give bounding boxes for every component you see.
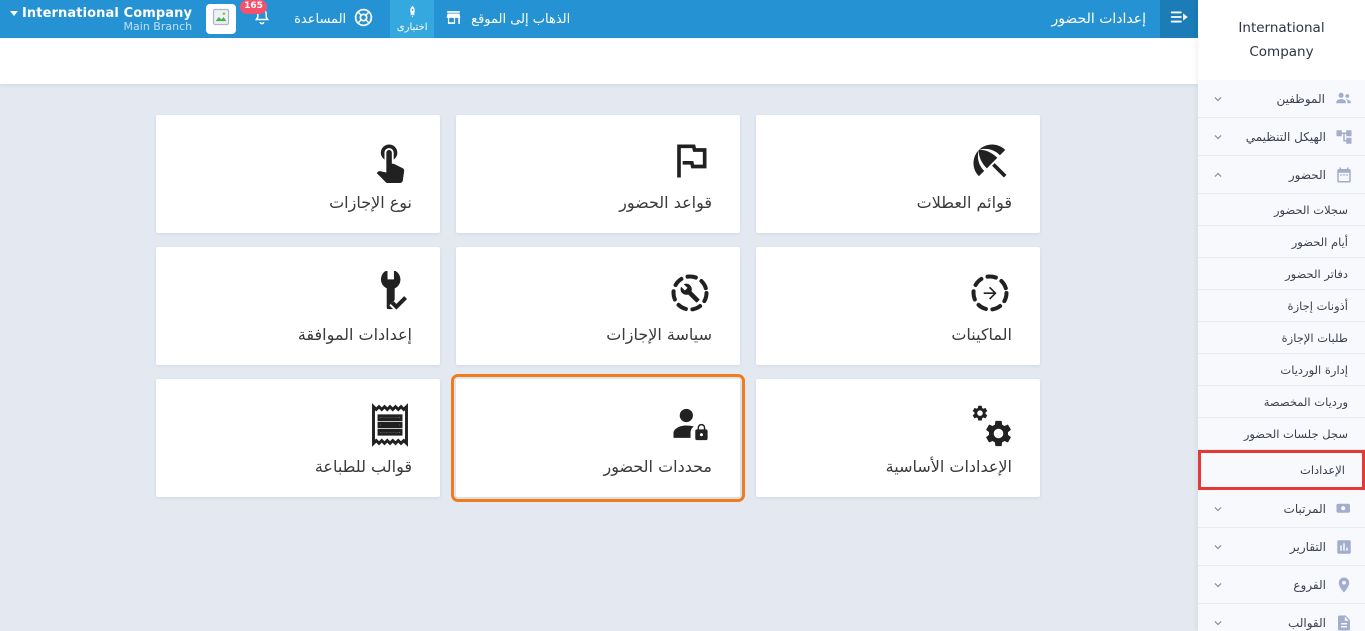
receipt-icon [368,403,412,447]
branch-name: Main Branch [123,19,193,33]
card-machines[interactable]: الماكينات [756,247,1040,365]
storefront-icon [444,8,463,31]
card-attendance-determinants[interactable]: محددات الحضور [451,374,745,502]
sidebar-item-label: الهيكل التنظيمي [1245,129,1326,144]
map-pin-icon [1335,576,1353,594]
go-to-site-button[interactable]: الذهاب إلى الموقع [444,8,570,31]
chevron-up-icon [1211,168,1225,182]
go-to-site-label: الذهاب إلى الموقع [471,11,571,27]
help-lifering-icon [353,7,374,32]
card-label: الماكينات [951,325,1012,344]
document-icon [1335,614,1353,631]
chevron-down-icon [1211,92,1225,106]
person-lock-icon [668,403,712,447]
sidebar-item-org-structure[interactable]: الهيكل التنظيمي [1198,118,1365,157]
sidebar-item-label: الموظفين [1276,91,1325,106]
sidebar: International Company الموظفين الهيكل ال… [1198,0,1365,631]
sidebar-subitem-settings-active[interactable]: الإعدادات [1198,450,1365,491]
sidebar-item-branches[interactable]: الفروع [1198,566,1365,605]
menu-open-icon [1168,6,1190,32]
sidebar-subitem-attendance-books[interactable]: دفاتر الحضور [1198,258,1365,291]
rocket-icon [406,5,419,21]
card-label: قواعد الحضور [619,193,712,212]
wrench-check-icon [368,270,412,315]
app-window: International Company Main Branch 165 ال… [0,0,1365,631]
card-leave-types[interactable]: نوع الإجازات [156,115,440,233]
topbar: International Company Main Branch 165 ال… [0,0,1198,38]
sidebar-item-label: المرتبات [1283,501,1326,516]
trial-label: اختبارى [396,22,428,33]
card-approval-settings[interactable]: إعدادات الموافقة [156,247,440,365]
chevron-down-icon [1211,578,1225,592]
main-content: International Company Main Branch 165 ال… [0,0,1198,631]
flag-icon [668,139,712,183]
sidebar-subitem-custom-shifts[interactable]: ورديات المخصصة [1198,386,1365,419]
content-header-strip [0,38,1198,84]
sidebar-subitem-attendance-session-log[interactable]: سجل جلسات الحضور [1198,418,1365,451]
help-label: المساعدة [294,11,347,27]
image-icon [211,7,231,31]
sidebar-item-label: الحضور [1288,167,1326,182]
gears-icon [968,403,1012,447]
sidebar-item-salaries[interactable]: المرتبات [1198,490,1365,529]
card-holiday-lists[interactable]: قوائم العطلات [756,115,1040,233]
chevron-down-icon [1211,540,1225,554]
sidebar-subitem-leave-requests[interactable]: طلبات الإجازة [1198,322,1365,355]
sidebar-toggle-button[interactable] [1160,0,1198,38]
card-label: قوائم العطلات [916,193,1012,212]
card-label: الإعدادات الأساسية [885,457,1012,476]
sidebar-subitem-leave-permissions[interactable]: أذونات إجازة [1198,290,1365,323]
sidebar-item-templates[interactable]: القوالب [1198,604,1365,631]
notifications-button[interactable]: 165 [240,0,272,31]
caret-down-icon [10,10,18,16]
company-name: International Company [22,5,193,21]
chevron-down-icon [1211,130,1225,144]
sidebar-item-employees[interactable]: الموظفين [1198,80,1365,119]
sidebar-item-reports[interactable]: التقارير [1198,528,1365,567]
trial-mode-button[interactable]: اختبارى [390,0,435,38]
card-basic-settings[interactable]: الإعدادات الأساسية [756,379,1040,497]
sidebar-item-attendance[interactable]: الحضور [1198,156,1365,195]
settings-cards-grid: قوائم العطلات قواعد الحضور نوع الإجازات [156,115,1040,502]
chevron-down-icon [1211,616,1225,630]
company-selector[interactable]: International Company Main Branch [0,6,198,33]
page-title: إعدادات الحضور [1051,11,1146,27]
payments-icon [1335,500,1353,518]
sidebar-item-label: الفروع [1293,577,1326,592]
sidebar-subitem-attendance-records[interactable]: سجلات الحضور [1198,194,1365,227]
help-button[interactable]: المساعدة [294,7,374,32]
sidebar-item-label: التقارير [1289,539,1326,554]
touch-hand-icon [368,139,412,183]
card-label: قوالب للطباعة [314,457,412,476]
people-icon [1334,89,1353,108]
beach-umbrella-icon [968,139,1012,183]
card-label: سياسة الإجازات [606,325,712,344]
card-leave-policy[interactable]: سياسة الإجازات [456,247,740,365]
sidebar-company-name: International Company [1198,0,1365,81]
sidebar-item-label: القوالب [1287,615,1326,630]
card-attendance-rules[interactable]: قواعد الحضور [456,115,740,233]
sidebar-subitem-shift-management[interactable]: إدارة الورديات [1198,354,1365,387]
card-print-templates[interactable]: قوالب للطباعة [156,379,440,497]
dashed-circle-arrow-icon [968,271,1012,315]
bar-chart-icon [1335,538,1353,556]
chevron-down-icon [1211,502,1225,516]
org-tree-icon [1335,128,1353,146]
card-label: إعدادات الموافقة [297,325,412,344]
card-label: نوع الإجازات [329,193,412,212]
dashed-circle-wrench-icon [668,271,712,315]
calendar-icon [1335,166,1353,184]
bell-icon [252,8,272,31]
card-label: محددات الحضور [603,457,712,476]
notifications-badge: 165 [240,0,267,14]
sidebar-subitem-attendance-days[interactable]: أيام الحضور [1198,226,1365,259]
company-logo-button[interactable] [206,4,237,34]
